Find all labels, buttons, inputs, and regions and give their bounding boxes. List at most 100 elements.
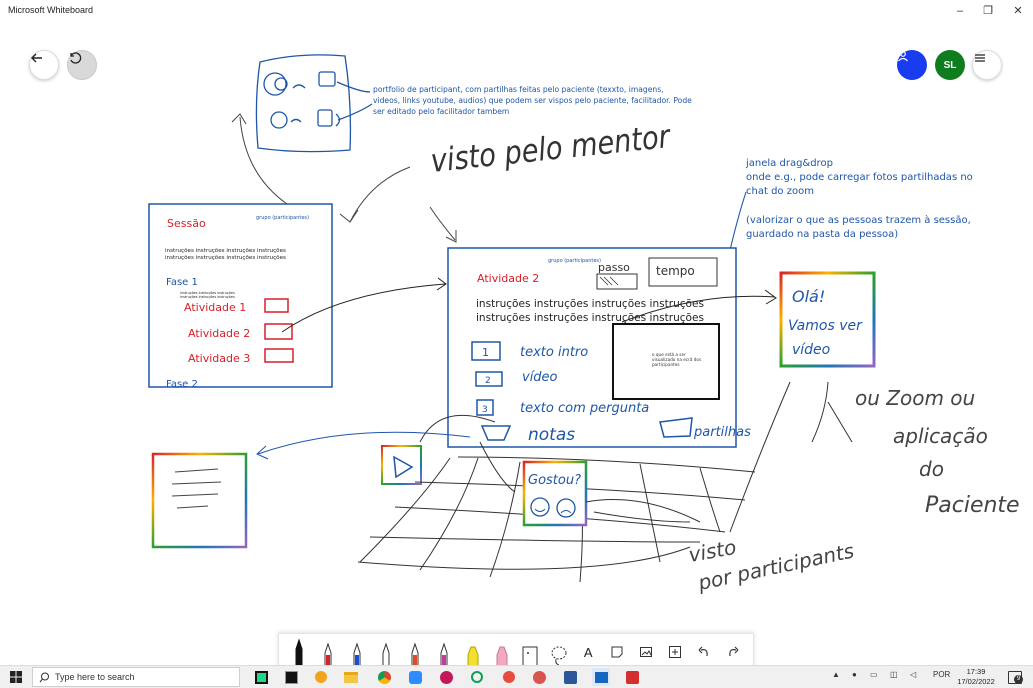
language-indicator[interactable]: POR [933,670,950,679]
git-icon [503,671,515,683]
rainbow-pen-tool[interactable] [403,637,427,667]
board-drawing: portfolio de participant, com partilhas … [148,54,1020,595]
activity-2-label: Atividade 2 [188,327,250,340]
zoom-note-line: do [919,457,944,481]
hello-line: vídeo [792,342,830,358]
taskbar-app-powerpoint[interactable] [561,668,579,686]
taskbar-app-acrobat[interactable] [623,668,641,686]
taskbar-app-zoom[interactable] [406,668,424,686]
dragdrop-note-line: (valorizar o que as pessoas trazem à ses… [746,214,971,226]
back-button[interactable] [29,50,59,80]
taskbar-app-maps[interactable] [468,668,486,686]
activity-title: Atividade 2 [477,272,539,285]
taskbar-app-chrome[interactable] [375,668,393,686]
activity-card[interactable]: grupo (participantes) Atividade 2 instru… [447,247,751,448]
pen-icon [295,638,303,667]
taskbar-app-teams[interactable] [437,668,455,686]
eraser-tool[interactable] [518,637,542,667]
video-box-text: participantes [652,362,680,367]
lasso-tool[interactable] [547,637,571,667]
undo-button[interactable] [692,637,716,667]
step-2-label: vídeo [522,370,558,385]
whiteboard-canvas[interactable]: portfolio de participant, com partilhas … [0,22,1033,665]
session-card[interactable]: Sessão grupo (participantes) instruções … [148,203,333,390]
taskbar-app-paint[interactable] [312,668,330,686]
pink-highlighter-tool[interactable] [490,637,514,667]
maximize-button[interactable]: ❐ [973,0,1003,22]
chrome-icon [377,670,391,684]
taskbar-app-intellij[interactable] [282,668,300,686]
taskbar-app-explorer[interactable] [342,668,360,686]
pen-icon [440,642,448,667]
blue-pen-tool[interactable] [345,637,369,667]
activity-1-label: Atividade 1 [184,301,246,314]
session-instructions: instruções instruções instruções instruç… [165,255,286,261]
portfolio-sketch[interactable] [255,54,373,153]
battery-icon[interactable]: ▭ [870,670,878,679]
note-tool[interactable] [605,637,629,667]
arrow-left-icon [31,53,42,63]
play-card[interactable] [381,445,422,485]
notification-icon: 9 [1008,670,1023,684]
taskbar-app-pycharm[interactable] [252,668,270,686]
image-tool[interactable] [634,637,658,667]
windows-taskbar: Type here to search ▲ ● ▭ ◫ ◁ POR 17:39 … [0,665,1033,688]
portfolio-note-line: ser editado pelo facilitador tambem [373,107,509,116]
menu-button[interactable] [972,50,1002,80]
undo-icon [698,646,708,657]
galaxy-pen-tool[interactable] [432,637,456,667]
mic-icon[interactable]: ● [852,670,857,679]
taskbar-app-outlook[interactable] [530,668,548,686]
pycharm-icon [254,670,268,684]
search-placeholder: Type here to search [55,672,135,682]
maps-icon [471,671,483,683]
minimize-button[interactable]: – [945,0,975,22]
user-avatar[interactable]: SL [935,50,965,80]
network-icon[interactable]: ◫ [890,670,898,679]
taskbar-app-git[interactable] [500,668,518,686]
yellow-highlighter-tool[interactable] [461,637,485,667]
hello-line: Olá! [792,287,825,306]
start-button[interactable] [8,668,24,686]
folder-icon [344,671,358,683]
hello-card[interactable]: Olá! Vamos ver vídeo [779,271,876,368]
window-title: Microsoft Whiteboard [8,5,94,15]
hello-line: Vamos ver [788,318,863,334]
image-icon [639,647,652,657]
window-titlebar: Microsoft Whiteboard – ❐ ✕ [0,0,1033,23]
pen-icon [411,642,419,667]
tray-chevron-icon[interactable]: ▲ [832,670,840,679]
heading-note: visto pelo mentor [429,117,673,180]
close-button[interactable]: ✕ [1003,0,1033,22]
lasso-icon [551,646,567,666]
volume-icon[interactable]: ◁ [910,670,916,679]
session-instructions: instruções instruções instruções instruç… [165,248,286,254]
text-tool[interactable]: A [576,637,600,667]
activity-instructions: instruções instruções instruções instruç… [476,313,704,324]
teams-icon [439,670,453,684]
zoom-note-line: Paciente [925,493,1020,518]
whiteboard-icon [594,671,608,683]
dragdrop-note-line: janela drag&drop [745,158,833,169]
red-pen-tool[interactable] [316,637,340,667]
taskbar-clock[interactable]: 17:39 17/02/2022 [952,667,1000,687]
passo-label: passo [598,261,630,274]
black-pen-tool[interactable] [287,637,311,667]
history-button[interactable] [67,50,97,80]
taskbar-search[interactable]: Type here to search [32,667,240,687]
seen-note-line: visto [687,535,738,567]
step-1-label: texto intro [520,345,588,360]
phase1-instructions: instruções instruções instruções [180,295,235,299]
portfolio-note-line: portfolio de participant, com partilhas … [373,85,664,94]
windows-logo-icon [10,671,22,683]
feedback-card[interactable]: Gostou? [522,460,588,527]
phase2-label: Fase 2 [166,379,198,390]
notification-button[interactable]: 9 [1007,668,1023,686]
white-pen-tool[interactable] [374,637,398,667]
redo-icon [728,646,738,657]
invite-button[interactable] [897,50,927,80]
insert-tool[interactable] [663,637,687,667]
redo-button[interactable] [721,637,745,667]
notes-card[interactable] [151,452,248,549]
taskbar-app-whiteboard[interactable] [592,668,610,686]
